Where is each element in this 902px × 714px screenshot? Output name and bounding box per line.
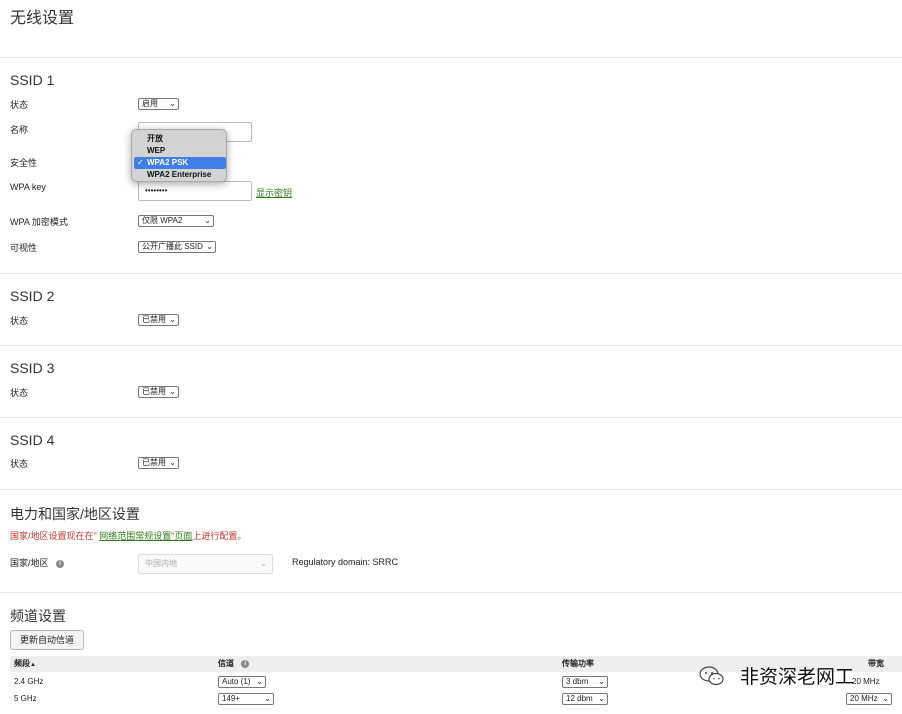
ssid1-encrypt-value: 仅限 WPA2: [142, 216, 183, 225]
chevron-down-icon: ⌄: [598, 694, 605, 703]
header-power: 传输功率: [562, 659, 594, 668]
ssid4-status-label: 状态: [10, 459, 29, 469]
chevron-down-icon: ⌄: [169, 315, 176, 324]
row-power-select[interactable]: 3 dbm ⌄: [562, 676, 608, 688]
ssid3-status-value: 已禁用: [142, 387, 166, 396]
wechat-icon: [699, 666, 724, 686]
country-warning: 国家/地区设置现在在" 网络范围常规设置"页面上进行配置。: [10, 529, 246, 542]
ssid1-status-select[interactable]: 启用 ⌄: [138, 98, 179, 110]
country-label: 国家/地区 i: [10, 556, 65, 569]
info-icon[interactable]: i: [241, 659, 250, 668]
row-power-select[interactable]: 12 dbm ⌄: [562, 693, 608, 705]
security-option-wpa2-psk[interactable]: ✓ WPA2 PSK: [134, 157, 226, 169]
ssid2-status-select[interactable]: 已禁用 ⌄: [138, 314, 179, 326]
chevron-down-icon: ⌄: [260, 559, 267, 568]
table-row: 5 GHz 149+ ⌄ 12 dbm ⌄ 20 MHz ⌄: [10, 691, 902, 707]
chevron-down-icon: ⌄: [204, 216, 211, 225]
row-width-select[interactable]: 20 MHz ⌄: [846, 693, 892, 705]
ssid1-visibility-select[interactable]: 公开广播此 SSID ⌄: [138, 241, 216, 253]
ssid2-title: SSID 2: [10, 288, 55, 304]
page-title: 无线设置: [10, 10, 75, 27]
ssid1-wpakey-label: WPA key: [10, 182, 46, 192]
divider: [0, 489, 902, 490]
power-title: 电力和国家/地区设置: [10, 506, 140, 522]
country-label-text: 国家/地区: [10, 558, 49, 568]
option-label: WPA2 PSK: [147, 158, 189, 167]
row-power-value: 3 dbm: [566, 677, 589, 686]
ssid3-title: SSID 3: [10, 360, 55, 376]
ssid1-status-value: 启用: [142, 99, 158, 108]
warning-prefix: 国家/地区设置现在在": [10, 531, 97, 541]
row-channel-select[interactable]: Auto (1) ⌄: [218, 676, 266, 688]
security-option-wep[interactable]: WEP: [134, 145, 226, 157]
ssid4-title: SSID 4: [10, 432, 55, 448]
chevron-down-icon: ⌄: [882, 694, 889, 703]
row-channel-value: 149+: [222, 694, 241, 703]
security-option-wpa2-enterprise[interactable]: WPA2 Enterprise: [134, 169, 226, 181]
option-label: 开放: [147, 134, 163, 143]
ssid1-visibility-value: 公开广播此 SSID: [142, 242, 203, 251]
option-label: WEP: [147, 146, 166, 155]
ssid1-visibility-label: 可视性: [10, 243, 38, 253]
header-band[interactable]: 频段▲: [14, 656, 36, 673]
chevron-down-icon: ⌄: [169, 99, 176, 108]
country-select: 中国内地 ⌄: [138, 554, 273, 574]
divider: [0, 592, 902, 593]
chevron-down-icon: ⌄: [598, 677, 605, 686]
ssid1-encrypt-select[interactable]: 仅限 WPA2 ⌄: [138, 215, 214, 227]
row-band: 5 GHz: [14, 694, 37, 703]
option-label: WPA2 Enterprise: [147, 170, 212, 179]
chevron-down-icon: ⌄: [169, 458, 176, 467]
security-dropdown-menu: 开放 WEP ✓ WPA2 PSK WPA2 Enterprise: [131, 129, 227, 182]
watermark-text: 非资深老网工: [740, 667, 855, 688]
show-key-link[interactable]: 显示密钥: [256, 186, 292, 199]
ssid2-status-value: 已禁用: [142, 315, 166, 324]
channel-title: 频道设置: [10, 608, 66, 624]
header-channel-text: 信道: [218, 659, 234, 668]
header-band-text: 频段: [14, 659, 30, 668]
divider: [0, 57, 902, 58]
row-width: 20 MHz: [852, 677, 880, 686]
chevron-down-icon: ⌄: [256, 677, 263, 686]
row-width-value: 20 MHz: [850, 694, 878, 703]
row-channel-value: Auto (1): [222, 677, 251, 686]
update-auto-channel-button[interactable]: 更新自动信道: [10, 630, 84, 650]
warning-suffix: 上进行配置。: [192, 531, 247, 541]
row-power-value: 12 dbm: [566, 694, 593, 703]
ssid1-encrypt-label: WPA 加密模式: [10, 217, 68, 227]
ssid1-name-label: 名称: [10, 125, 29, 135]
regulatory-domain: Regulatory domain: SRRC: [292, 557, 399, 567]
ssid4-status-select[interactable]: 已禁用 ⌄: [138, 457, 179, 469]
ssid1-title: SSID 1: [10, 72, 55, 88]
header-channel: 信道 i: [218, 656, 250, 672]
divider: [0, 417, 902, 418]
ssid1-security-label: 安全性: [10, 158, 38, 168]
ssid4-status-value: 已禁用: [142, 458, 166, 467]
security-option-open[interactable]: 开放: [134, 133, 226, 145]
divider: [0, 273, 902, 274]
header-width: 带宽: [868, 659, 884, 668]
chevron-down-icon: ⌄: [206, 242, 213, 251]
info-icon[interactable]: i: [56, 559, 65, 568]
chevron-down-icon: ⌄: [264, 694, 271, 703]
checkmark-icon: ✓: [137, 158, 144, 167]
row-channel-select[interactable]: 149+ ⌄: [218, 693, 274, 705]
chevron-down-icon: ⌄: [169, 387, 176, 396]
country-value: 中国内地: [145, 559, 177, 568]
ssid3-status-select[interactable]: 已禁用 ⌄: [138, 386, 179, 398]
ssid1-status-label: 状态: [10, 100, 29, 110]
sort-asc-icon: ▲: [30, 662, 36, 668]
ssid2-status-label: 状态: [10, 316, 29, 326]
ssid1-wpakey-input[interactable]: ••••••••: [138, 181, 252, 201]
row-band: 2.4 GHz: [14, 677, 44, 686]
ssid3-status-label: 状态: [10, 388, 29, 398]
divider: [0, 345, 902, 346]
network-settings-link[interactable]: 网络范围常规设置"页面: [99, 531, 192, 541]
